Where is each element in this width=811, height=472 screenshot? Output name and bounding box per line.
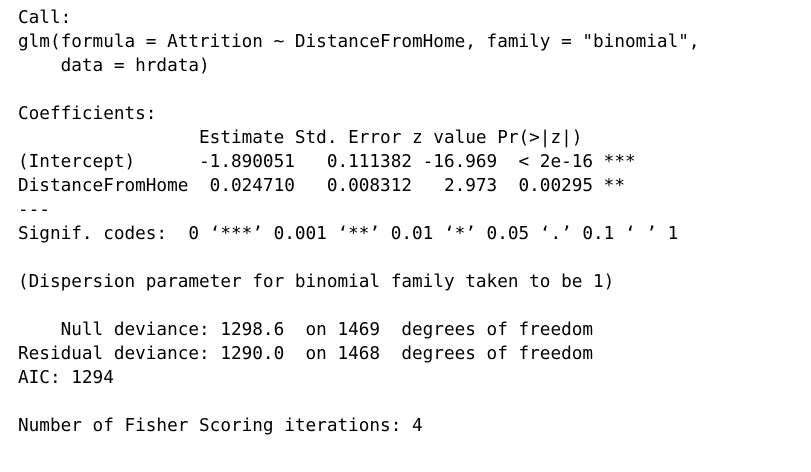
signif-codes: Signif. codes: 0 ‘***’ 0.001 ‘**’ 0.01 ‘…: [18, 224, 679, 244]
separator-line: ---: [18, 200, 50, 220]
call-formula-line: glm(formula = Attrition ~ DistanceFromHo…: [18, 32, 700, 52]
call-header: Call:: [18, 8, 72, 28]
call-data-line: data = hrdata): [18, 56, 210, 76]
coefficient-row-intercept: (Intercept) -1.890051 0.111382 -16.969 <…: [18, 152, 636, 172]
coefficients-column-headers: Estimate Std. Error z value Pr(>|z|): [18, 128, 625, 148]
fisher-iterations: Number of Fisher Scoring iterations: 4: [18, 416, 423, 436]
r-console-output: Call: glm(formula = Attrition ~ Distance…: [18, 6, 803, 466]
null-deviance: Null deviance: 1298.6 on 1469 degrees of…: [18, 320, 594, 340]
coefficients-header: Coefficients:: [18, 104, 157, 124]
coefficient-row-distancefromhome: DistanceFromHome 0.024710 0.008312 2.973…: [18, 176, 636, 196]
residual-deviance: Residual deviance: 1290.0 on 1468 degree…: [18, 344, 594, 364]
aic-value: AIC: 1294: [18, 368, 114, 388]
dispersion-note: (Dispersion parameter for binomial famil…: [18, 272, 615, 292]
